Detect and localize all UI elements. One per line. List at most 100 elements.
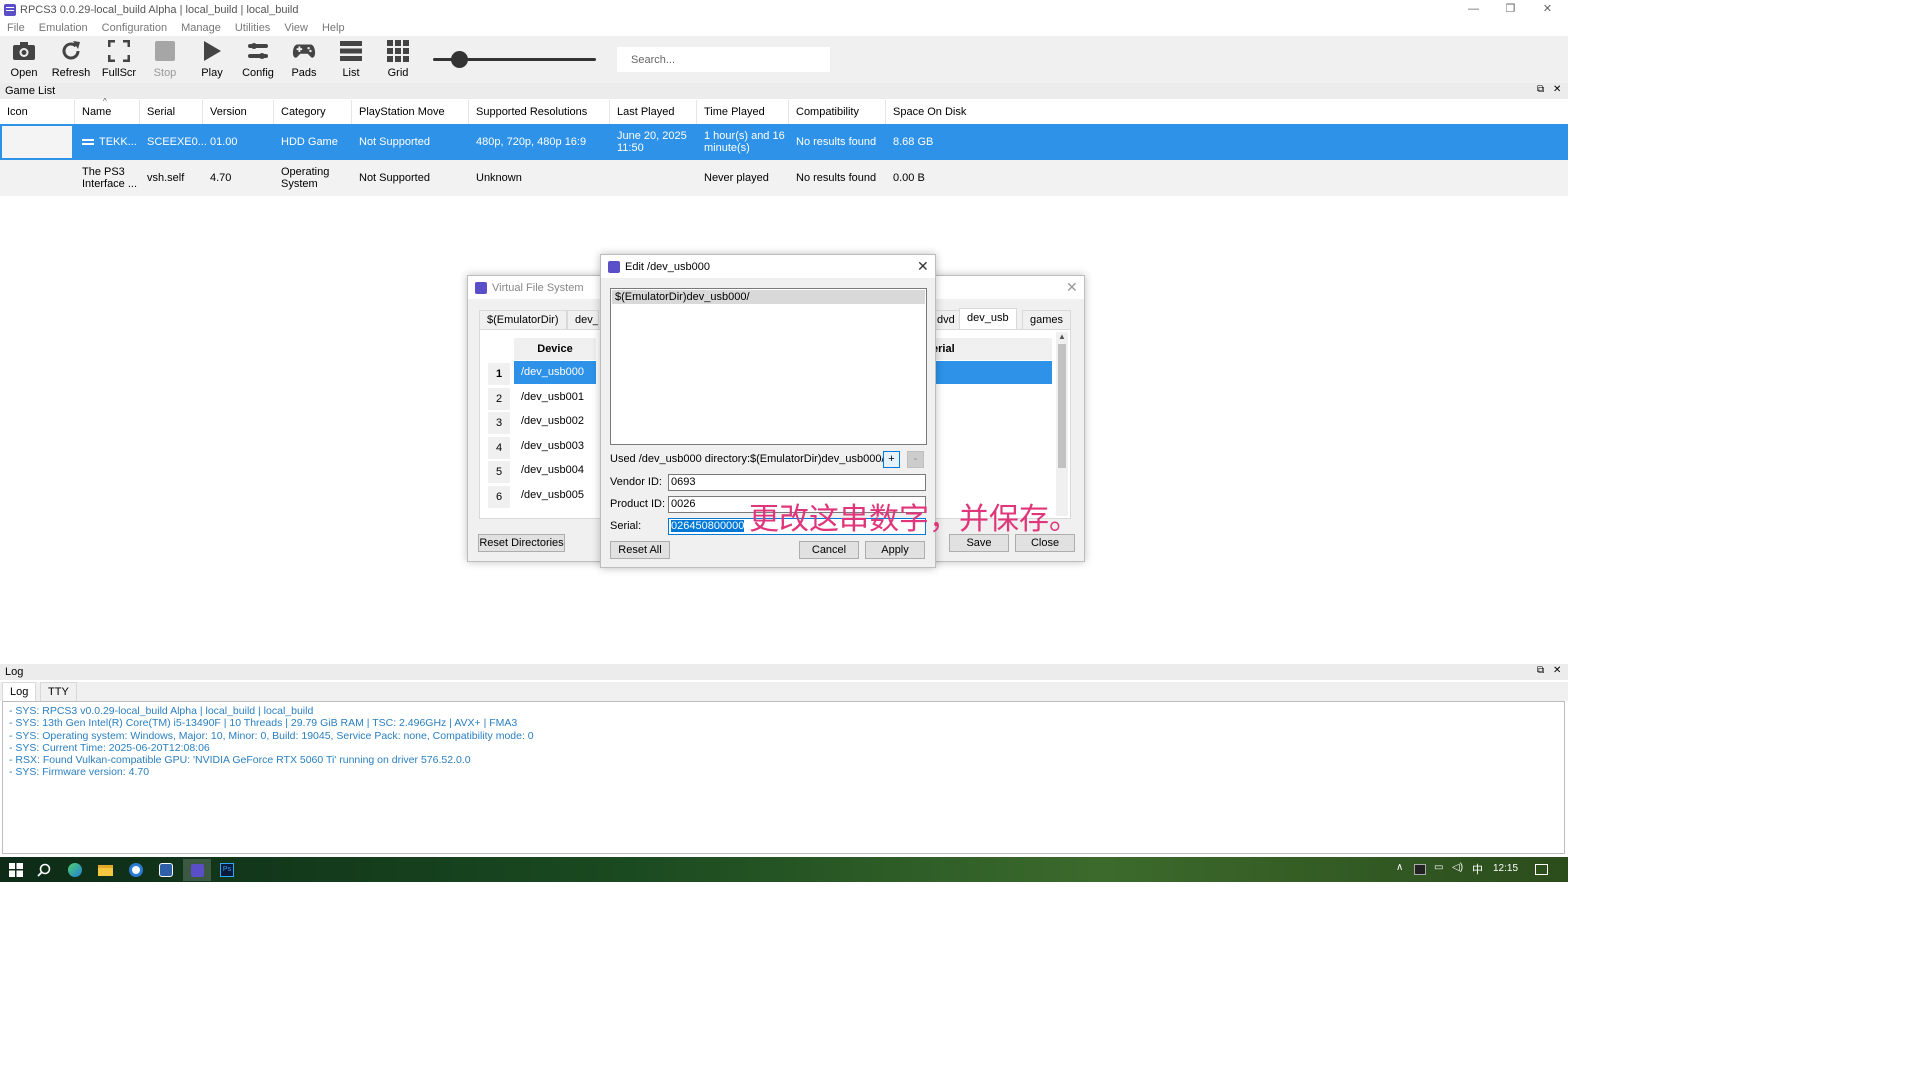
apply-button[interactable]: Apply — [865, 541, 925, 559]
ime-indicator[interactable]: 中 — [1472, 861, 1483, 877]
log-line: - RSX: Found Vulkan-compatible GPU: 'NVI… — [9, 754, 471, 767]
menu-emulation[interactable]: Emulation — [39, 22, 88, 34]
file-explorer-icon[interactable] — [91, 859, 119, 881]
game-space-cell[interactable]: 0.00 B — [886, 160, 1086, 196]
icon-size-slider-handle[interactable] — [451, 51, 468, 68]
volume-icon[interactable]: ◁) — [1452, 862, 1463, 873]
game-category-cell[interactable]: Operating System — [274, 160, 352, 196]
photoshop-icon[interactable]: Ps — [213, 859, 241, 881]
app-icon-gamepad[interactable] — [152, 859, 180, 881]
game-version-cell[interactable]: 4.70 — [203, 160, 274, 196]
game-serial-cell[interactable]: vsh.self — [140, 160, 203, 196]
menu-configuration[interactable]: Configuration — [102, 22, 167, 34]
menu-manage[interactable]: Manage — [181, 22, 221, 34]
float-panel-icon[interactable]: ⧉ — [1537, 84, 1544, 95]
game-resolutions-cell[interactable]: 480p, 720p, 480p 16:9 — [469, 124, 610, 160]
game-time-played-cell[interactable]: 1 hour(s) and 16 minute(s) — [697, 124, 789, 160]
windows-start-icon[interactable] — [2, 859, 30, 881]
game-version-cell[interactable]: 01.00 — [203, 124, 274, 160]
minimize-button[interactable]: — — [1455, 0, 1492, 19]
close-icon[interactable]: ✕ — [1066, 279, 1078, 296]
reset-directories-button[interactable]: Reset Directories — [478, 534, 565, 552]
col-serial[interactable]: erial — [932, 338, 1052, 360]
game-resolutions-cell[interactable]: Unknown — [469, 160, 610, 196]
menu-view[interactable]: View — [284, 22, 308, 34]
tray-chevron-up-icon[interactable]: ∧ — [1396, 862, 1403, 873]
reset-all-button[interactable]: Reset All — [610, 541, 670, 559]
stop-button[interactable]: Stop — [143, 39, 187, 81]
game-space-cell[interactable]: 8.68 GB — [886, 124, 1086, 160]
close-panel-icon[interactable]: ✕ — [1553, 84, 1561, 95]
col-compatibility[interactable]: Compatibility — [789, 100, 886, 124]
col-time-played[interactable]: Time Played — [697, 100, 789, 124]
tab-log[interactable]: Log — [2, 682, 37, 701]
menu-help[interactable]: Help — [322, 22, 345, 34]
device-cell[interactable]: /dev_usb001 — [521, 386, 584, 409]
rpcs3-taskbar-icon[interactable] — [183, 859, 211, 881]
close-panel-icon[interactable]: ✕ — [1553, 665, 1561, 676]
col-version[interactable]: Version — [203, 100, 274, 124]
search-input[interactable] — [617, 47, 830, 72]
game-last-played-cell[interactable] — [610, 160, 697, 196]
col-name[interactable]: Name — [75, 100, 140, 124]
game-last-played-cell[interactable]: June 20, 2025 11:50 — [610, 124, 697, 160]
add-path-button[interactable]: + — [883, 451, 900, 468]
device-cell[interactable]: /dev_usb002 — [521, 410, 584, 433]
open-button[interactable]: Open — [2, 39, 46, 81]
game-move-cell[interactable]: Not Supported — [352, 124, 469, 160]
game-name-cell[interactable]: TEKK... — [75, 124, 140, 160]
tray-app-icon[interactable] — [1414, 864, 1426, 875]
device-cell[interactable]: /dev_usb000 — [521, 361, 584, 384]
vendor-id-field[interactable]: 0693 — [668, 474, 926, 491]
device-cell[interactable]: /dev_usb004 — [521, 459, 584, 482]
col-icon[interactable]: Icon — [0, 100, 75, 124]
refresh-button[interactable]: Refresh — [49, 39, 93, 81]
col-last-played[interactable]: Last Played — [610, 100, 697, 124]
cancel-button[interactable]: Cancel — [799, 541, 859, 559]
menu-file[interactable]: File — [7, 22, 25, 34]
clock[interactable]: 12:15 — [1493, 863, 1518, 874]
col-category[interactable]: Category — [274, 100, 352, 124]
list-view-button[interactable]: List — [329, 39, 373, 81]
menu-utilities[interactable]: Utilities — [235, 22, 270, 34]
game-compat-cell[interactable]: No results found — [789, 160, 886, 196]
close-window-button[interactable]: ✕ — [1529, 0, 1566, 19]
remove-path-button[interactable]: - — [907, 451, 924, 468]
pads-button[interactable]: Pads — [282, 39, 326, 81]
game-compat-cell[interactable]: No results found — [789, 124, 886, 160]
game-serial-cell[interactable]: SCEEXE0... — [140, 124, 207, 160]
col-space-on-disk[interactable]: Space On Disk — [886, 100, 1568, 124]
play-button[interactable]: Play — [190, 39, 234, 81]
float-panel-icon[interactable]: ⧉ — [1537, 665, 1544, 676]
tab-dev-usb[interactable]: dev_usb — [959, 308, 1017, 329]
tab-tty[interactable]: TTY — [40, 682, 77, 701]
config-button[interactable]: Config — [236, 39, 280, 81]
tab-games[interactable]: games — [1022, 310, 1072, 329]
edge-browser-icon[interactable] — [61, 859, 89, 881]
game-name-cell[interactable]: The PS3 Interface ... — [75, 160, 140, 196]
game-category-cell[interactable]: HDD Game — [274, 124, 352, 160]
fullscreen-button[interactable]: FullScr — [97, 39, 141, 81]
device-cell[interactable]: /dev_usb003 — [521, 435, 584, 458]
vertical-scrollbar[interactable]: ▲ — [1056, 332, 1068, 516]
network-icon[interactable]: ▭ — [1434, 862, 1443, 873]
grid-view-button[interactable]: Grid — [376, 39, 420, 81]
path-list-item[interactable]: $(EmulatorDir)dev_usb000/ — [612, 290, 925, 304]
device-cell[interactable]: /dev_usb005 — [521, 484, 584, 507]
col-serial[interactable]: Serial — [140, 100, 203, 124]
restore-button[interactable]: ❐ — [1492, 0, 1529, 19]
tab-dev-hdd[interactable]: dev_h — [567, 310, 599, 329]
game-move-cell[interactable]: Not Supported — [352, 160, 469, 196]
scroll-up-icon[interactable]: ▲ — [1058, 332, 1066, 341]
log-output[interactable]: - SYS: RPCS3 v0.0.29-local_build Alpha |… — [2, 701, 1565, 854]
col-playstation-move[interactable]: PlayStation Move — [352, 100, 469, 124]
col-device[interactable]: Device — [514, 338, 596, 360]
scrollbar-thumb[interactable] — [1058, 344, 1066, 468]
game-time-played-cell[interactable]: Never played — [697, 160, 789, 196]
search-icon[interactable] — [30, 859, 58, 881]
notification-center-icon[interactable] — [1535, 864, 1548, 875]
tab-emulatordir[interactable]: $(EmulatorDir) — [479, 310, 567, 329]
col-supported-resolutions[interactable]: Supported Resolutions — [469, 100, 610, 124]
app-icon-blue-circle[interactable] — [122, 859, 150, 881]
close-icon[interactable]: ✕ — [917, 258, 929, 275]
